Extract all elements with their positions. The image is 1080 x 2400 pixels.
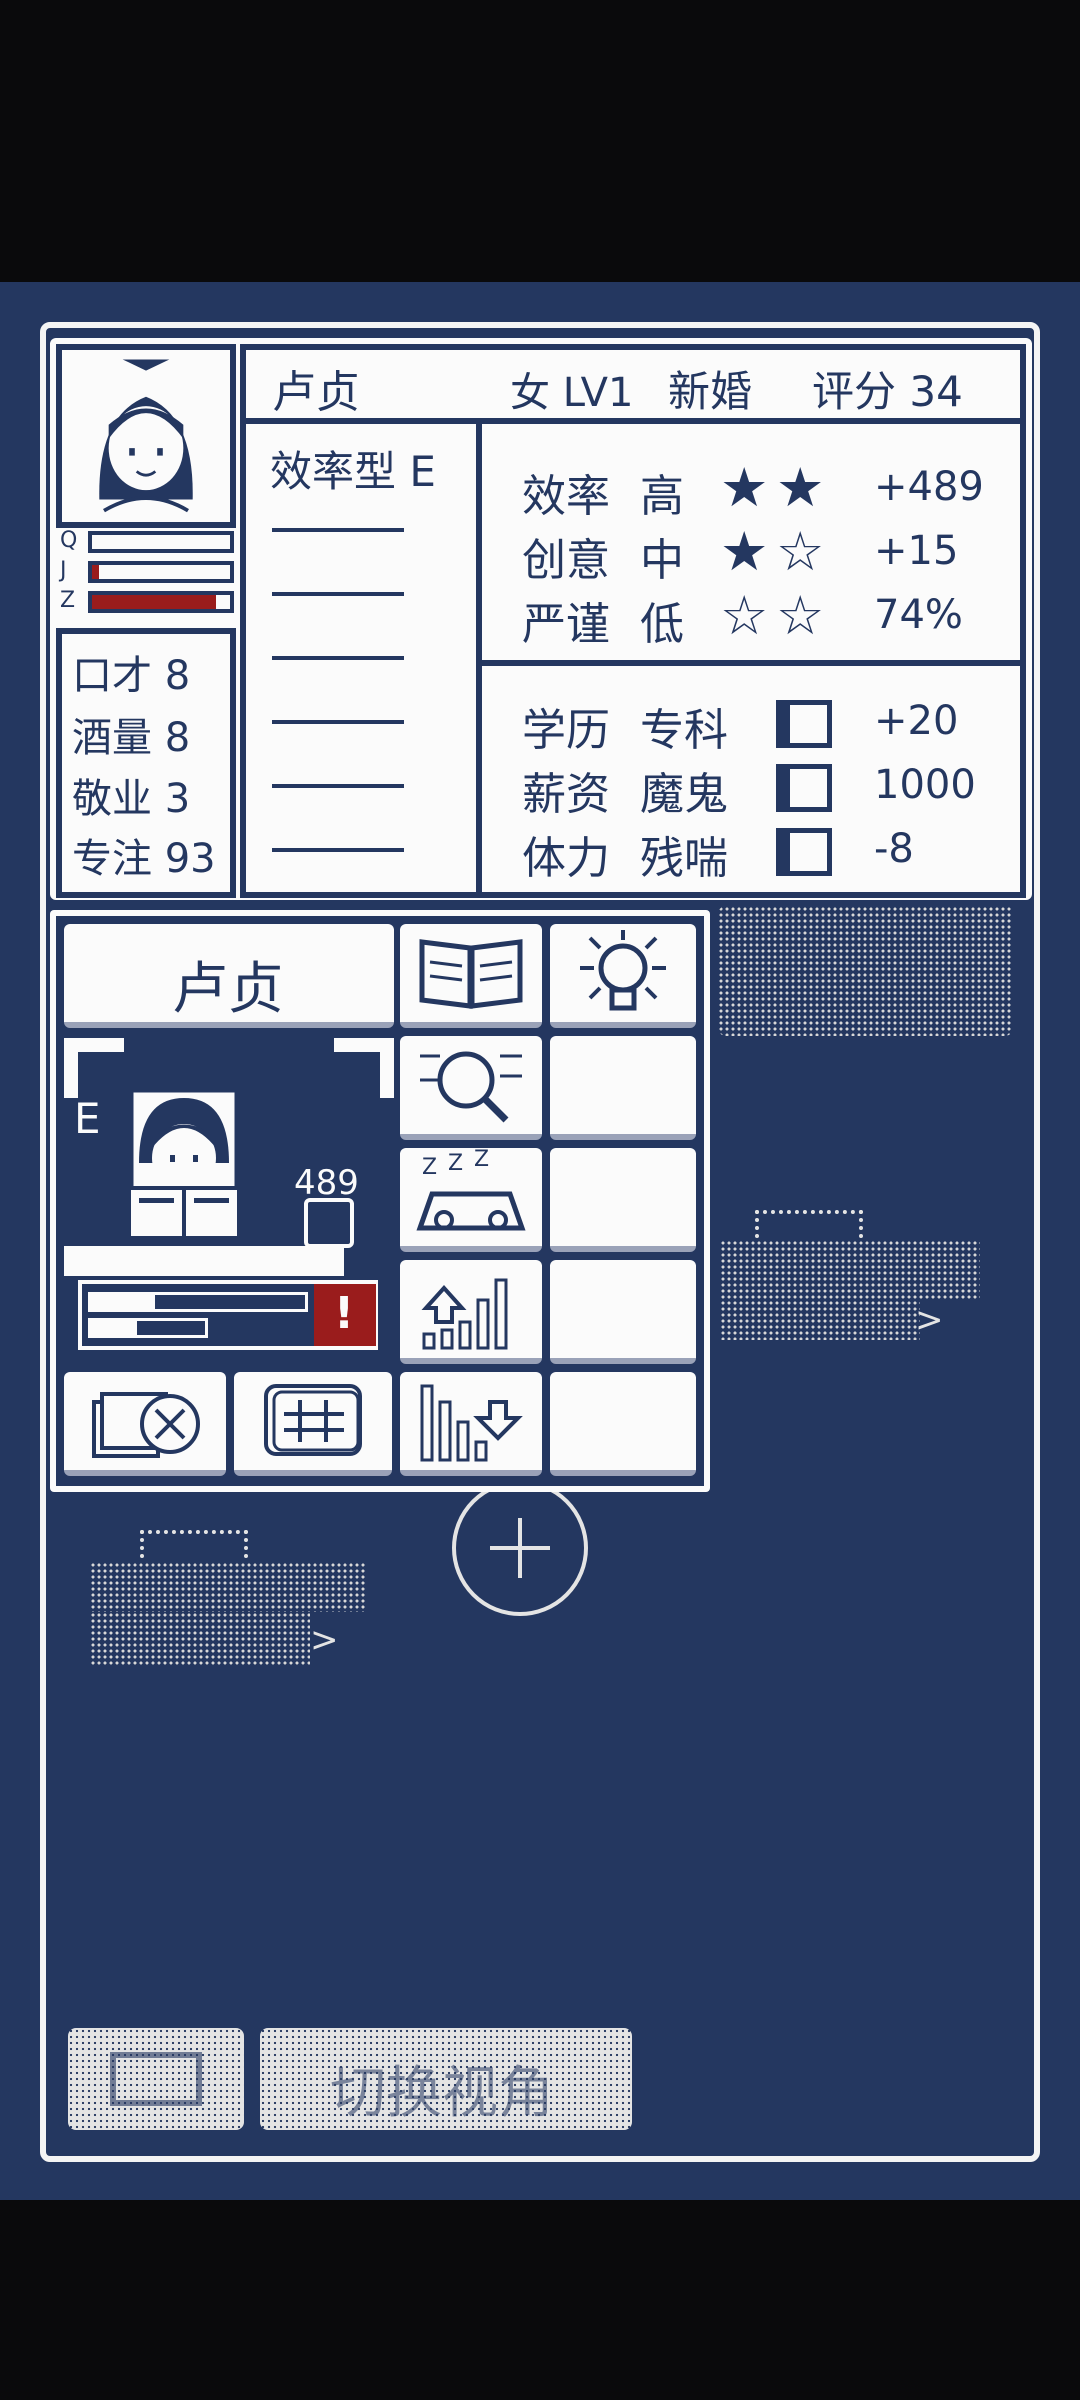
alert-badge[interactable]: ! bbox=[314, 1284, 376, 1346]
bar-label-j: J bbox=[60, 558, 67, 583]
star-filled-icon: ★ bbox=[720, 456, 769, 519]
lightbulb-icon[interactable] bbox=[550, 924, 696, 1028]
stat-label: 创意 bbox=[522, 535, 610, 586]
star-filled-icon: ★ bbox=[776, 456, 825, 519]
upgrade-icon[interactable] bbox=[400, 1260, 542, 1364]
magnify-icon[interactable] bbox=[400, 1036, 542, 1140]
rating: 评分 34 bbox=[812, 367, 963, 416]
stat-label: 效率 bbox=[522, 471, 610, 522]
character-sprite bbox=[127, 1092, 241, 1240]
checkbox[interactable] bbox=[776, 700, 832, 748]
svg-text:Z: Z bbox=[448, 1151, 463, 1176]
checkbox[interactable] bbox=[776, 828, 832, 876]
stat-value: +489 bbox=[874, 464, 984, 510]
stat-value: 74% bbox=[874, 592, 963, 638]
star-empty-icon: ☆ bbox=[776, 584, 825, 647]
character-name: 卢贞 bbox=[272, 367, 360, 418]
detail-amount: -8 bbox=[874, 826, 914, 872]
gender-level: 女 LV1 bbox=[510, 370, 634, 416]
trait-slot-5 bbox=[272, 784, 404, 788]
checkbox[interactable] bbox=[776, 764, 832, 812]
desk-workstation-left[interactable]: > bbox=[85, 1500, 375, 1675]
fullscreen-button[interactable] bbox=[68, 2028, 244, 2130]
trait-slot-3 bbox=[272, 656, 404, 660]
detail-value: 专科 bbox=[640, 705, 728, 756]
attr-jingye: 敬业 3 bbox=[72, 776, 191, 822]
stat-row-0: 效率高 ★ ★ +489 bbox=[522, 456, 1022, 522]
detail-row-1: 薪资 魔鬼 1000 bbox=[522, 758, 1022, 820]
detail-row-0: 学历 专科 +20 bbox=[522, 694, 1022, 756]
grid-icon[interactable] bbox=[234, 1372, 392, 1476]
trait-slot-1 bbox=[272, 528, 404, 532]
empty-slot-4[interactable] bbox=[550, 1372, 696, 1476]
star-empty-icon: ☆ bbox=[720, 584, 769, 647]
marital-status: 新婚 bbox=[668, 367, 753, 416]
bar-j bbox=[88, 561, 234, 583]
character-info-panel: Q J Z 口才 8 酒量 8 敬业 3 专注 93 卢贞 女 LV1 新婚 评… bbox=[50, 338, 1032, 900]
stat-level: 中 bbox=[640, 535, 684, 586]
trait-slot-6 bbox=[272, 848, 404, 852]
character-portrait bbox=[99, 359, 193, 513]
svg-text:Z: Z bbox=[474, 1148, 489, 1172]
book-icon[interactable] bbox=[400, 924, 542, 1028]
svg-text:Z: Z bbox=[422, 1155, 437, 1180]
character-name-button[interactable]: 卢贞 bbox=[64, 924, 394, 1028]
desk-background-top bbox=[718, 906, 1013, 1036]
detail-value: 魔鬼 bbox=[640, 769, 728, 820]
trait-slot-2 bbox=[272, 592, 404, 596]
discard-icon[interactable] bbox=[64, 1372, 226, 1476]
stat-row-1: 创意中 ★ ☆ +15 bbox=[522, 520, 1022, 586]
stat-label: 严谨 bbox=[522, 599, 610, 650]
status-bars: Q J Z bbox=[58, 528, 238, 628]
detail-amount: 1000 bbox=[874, 762, 976, 808]
attr-jiuliang: 酒量 8 bbox=[72, 715, 191, 761]
grade-label: E bbox=[74, 1094, 101, 1143]
sleep-icon[interactable]: ZZZ bbox=[400, 1147, 542, 1252]
character-type: 效率型 E bbox=[270, 447, 436, 496]
coin-stack-icon bbox=[304, 1198, 354, 1248]
detail-row-2: 体力 残喘 -8 bbox=[522, 822, 1022, 884]
star-filled-icon: ★ bbox=[720, 520, 769, 583]
bar-label-q: Q bbox=[60, 528, 78, 553]
bar-z bbox=[88, 591, 234, 613]
empty-slot-3[interactable] bbox=[550, 1260, 696, 1364]
detail-label: 学历 bbox=[522, 705, 610, 756]
bar-label-z: Z bbox=[60, 588, 76, 613]
empty-slot-2[interactable] bbox=[550, 1148, 696, 1252]
detail-amount: +20 bbox=[874, 698, 959, 744]
stat-level: 高 bbox=[640, 471, 684, 522]
character-scene: E 489 bbox=[64, 1038, 394, 1288]
switch-view-button[interactable]: 切换视角 bbox=[260, 2028, 632, 2130]
bar-q bbox=[88, 531, 234, 553]
detail-label: 体力 bbox=[522, 833, 610, 884]
detail-label: 薪资 bbox=[522, 769, 610, 820]
switch-view-label: 切换视角 bbox=[330, 2061, 554, 2126]
progress-bars: ! bbox=[78, 1280, 378, 1350]
attr-zhuanzhu: 专注 93 bbox=[72, 836, 216, 882]
trait-slot-4 bbox=[272, 720, 404, 724]
output-value: 489 bbox=[294, 1163, 359, 1203]
action-popup: 卢贞 E 489 ! ZZ Z bbox=[50, 910, 710, 1492]
downgrade-icon[interactable] bbox=[400, 1372, 542, 1476]
add-desk-button[interactable] bbox=[452, 1480, 588, 1616]
stat-row-2: 严谨低 ☆ ☆ 74% bbox=[522, 584, 1022, 650]
detail-value: 残喘 bbox=[640, 833, 728, 884]
star-empty-icon: ☆ bbox=[776, 520, 825, 583]
stat-value: +15 bbox=[874, 528, 959, 574]
desk-workstation-right[interactable]: > bbox=[715, 1170, 985, 1350]
empty-slot-1[interactable] bbox=[550, 1036, 696, 1140]
stat-level: 低 bbox=[640, 599, 684, 650]
attr-koucai: 口才 8 bbox=[72, 653, 191, 699]
portrait-box bbox=[56, 344, 236, 528]
